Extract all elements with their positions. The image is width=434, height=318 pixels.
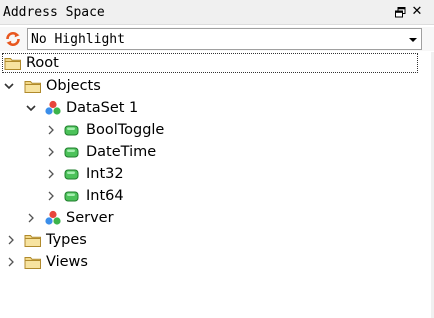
chevron-down-icon[interactable] bbox=[4, 81, 14, 91]
chevron-right-icon[interactable] bbox=[46, 125, 56, 135]
object-icon bbox=[44, 210, 62, 226]
folder-icon bbox=[24, 78, 42, 94]
chevron-right-icon[interactable] bbox=[46, 191, 56, 201]
variable-icon bbox=[63, 188, 81, 204]
tree-item-variable[interactable]: Int32 bbox=[0, 163, 420, 185]
tree-item-label: Views bbox=[46, 254, 88, 270]
tree-item-label: DateTime bbox=[86, 144, 157, 160]
refresh-icon[interactable] bbox=[4, 31, 22, 47]
tree-item-label: Int32 bbox=[86, 166, 124, 182]
tree-item-server[interactable]: Server bbox=[0, 207, 420, 229]
tree-item-variable[interactable]: DateTime bbox=[0, 141, 420, 163]
chevron-right-icon[interactable] bbox=[6, 235, 16, 245]
close-icon[interactable]: ✕ bbox=[410, 5, 424, 19]
tree-item-objects[interactable]: Objects bbox=[0, 75, 420, 97]
tree-item-label: Objects bbox=[46, 78, 101, 94]
panel-title-bar: Address Space ✕ bbox=[0, 0, 434, 25]
chevron-right-icon[interactable] bbox=[46, 147, 56, 157]
chevron-right-icon[interactable] bbox=[26, 213, 36, 223]
tree-item-root[interactable]: Root bbox=[0, 52, 420, 74]
tree-item-label: Server bbox=[66, 210, 114, 226]
address-space-tree: Root Objects DataSet 1 BoolToggle DateTi… bbox=[0, 52, 434, 318]
chevron-down-icon[interactable] bbox=[409, 38, 417, 42]
chevron-down-icon[interactable] bbox=[26, 103, 36, 113]
tree-item-label: DataSet 1 bbox=[66, 100, 139, 116]
variable-icon bbox=[63, 144, 81, 160]
highlight-select[interactable]: No Highlight bbox=[27, 28, 422, 50]
tree-item-dataset[interactable]: DataSet 1 bbox=[0, 97, 420, 119]
variable-icon bbox=[63, 166, 81, 182]
variable-icon bbox=[63, 122, 81, 138]
tree-item-label: BoolToggle bbox=[86, 122, 165, 138]
tree-item-variable[interactable]: Int64 bbox=[0, 185, 420, 207]
tree-item-label: Root bbox=[26, 55, 59, 71]
tree-item-label: Int64 bbox=[86, 188, 124, 204]
panel-title: Address Space bbox=[3, 5, 105, 20]
highlight-select-value: No Highlight bbox=[31, 32, 125, 47]
selection-outline bbox=[2, 53, 418, 73]
folder-icon bbox=[24, 232, 42, 248]
chevron-right-icon[interactable] bbox=[46, 169, 56, 179]
tree-item-variable[interactable]: BoolToggle bbox=[0, 119, 420, 141]
tree-item-types[interactable]: Types bbox=[0, 229, 420, 251]
toolbar: No Highlight bbox=[0, 27, 434, 51]
chevron-right-icon[interactable] bbox=[6, 257, 16, 267]
object-icon bbox=[44, 100, 62, 116]
float-window-icon[interactable] bbox=[393, 5, 407, 19]
tree-item-label: Types bbox=[46, 232, 87, 248]
tree-item-views[interactable]: Views bbox=[0, 251, 420, 273]
folder-icon bbox=[24, 254, 42, 270]
folder-icon bbox=[4, 55, 22, 71]
